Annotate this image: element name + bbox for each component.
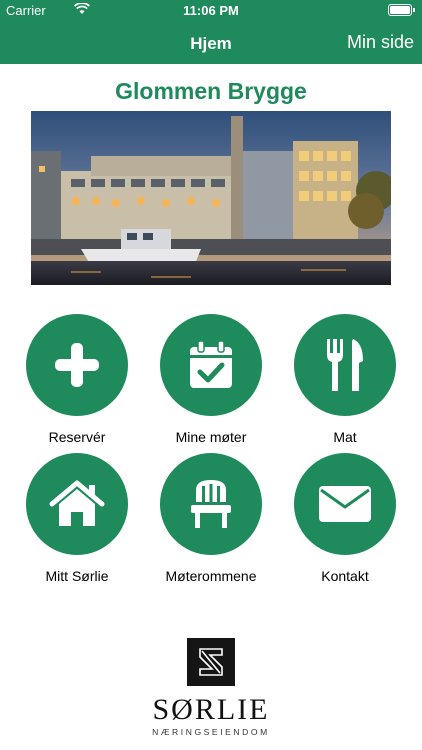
status-bar: Carrier 11:06 PM: [0, 0, 422, 22]
contact-label: Kontakt: [321, 568, 369, 584]
my-meetings-button[interactable]: Mine møter: [146, 314, 276, 445]
meeting-rooms-label: Møterommene: [165, 568, 257, 584]
fork-knife-icon: [327, 339, 363, 391]
food-label: Mat: [333, 429, 357, 445]
brand-name: SØRLIE: [152, 693, 270, 726]
my-sorlie-circle[interactable]: [26, 453, 128, 555]
plus-icon: [55, 343, 99, 387]
food-circle[interactable]: [294, 314, 396, 416]
status-time: 11:06 PM: [183, 3, 239, 18]
meeting-rooms-circle[interactable]: [160, 453, 262, 555]
reserve-button[interactable]: Reservér: [12, 314, 142, 445]
hero-image: [31, 111, 391, 285]
battery-icon: [388, 4, 415, 16]
my-page-button[interactable]: Min side: [347, 32, 414, 53]
brand-tagline: NÆRINGSEIENDOM: [152, 727, 270, 737]
my-meetings-label: Mine møter: [175, 429, 247, 445]
home-icon: [49, 480, 105, 526]
envelope-icon: [319, 486, 371, 522]
reserve-label: Reservér: [48, 429, 106, 445]
food-button[interactable]: Mat: [280, 314, 410, 445]
top-bar: Carrier 11:06 PM Hjem Min side: [0, 0, 422, 64]
meeting-rooms-button[interactable]: Møterommene: [146, 453, 276, 584]
my-sorlie-button[interactable]: Mitt Sørlie: [12, 453, 142, 584]
contact-button[interactable]: Kontakt: [280, 453, 410, 584]
page-title: Glommen Brygge: [115, 78, 307, 104]
chair-icon: [191, 480, 231, 528]
calendar-check-icon: [190, 340, 232, 388]
logo-mark-icon: [187, 638, 235, 686]
reserve-circle[interactable]: [26, 314, 128, 416]
my-sorlie-label: Mitt Sørlie: [45, 568, 109, 584]
my-meetings-circle[interactable]: [160, 314, 262, 416]
brand-logo: SØRLIE NÆRINGSEIENDOM: [0, 638, 422, 737]
contact-circle[interactable]: [294, 453, 396, 555]
